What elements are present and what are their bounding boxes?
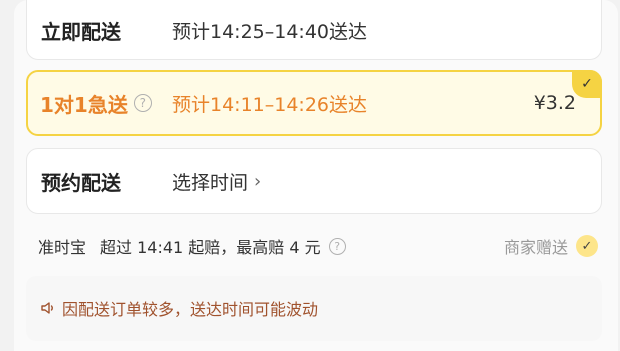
speaker-icon — [41, 302, 53, 314]
option-immediate-delivery[interactable]: 立即配送 预计14:25–14:40送达 — [26, 0, 602, 60]
option-title: 1对1急送 — [40, 92, 128, 117]
option-title: 预约配送 — [41, 170, 121, 195]
notice-row: 因配送订单较多，送达时间可能波动 — [40, 296, 318, 320]
merchant-gift: 商家赠送 ✓ — [504, 234, 598, 258]
check-circle-icon: ✓ — [576, 235, 598, 257]
guarantee-desc: 超过 14:41 起赔，最高赔 4 元 — [100, 238, 321, 257]
help-icon[interactable]: ? — [328, 237, 346, 255]
on-time-guarantee-row: 准时宝 超过 14:41 起赔，最高赔 4 元 ? 商家赠送 ✓ — [38, 232, 598, 260]
choose-time-link[interactable]: 选择时间 › — [172, 168, 261, 195]
option-title: 立即配送 — [41, 19, 121, 44]
option-eta: 预计14:11–14:26送达 — [172, 93, 368, 116]
option-express-delivery[interactable]: 1对1急送 ? 预计14:11–14:26送达 ¥3.2 ✓ — [26, 70, 602, 136]
choose-time-label: 选择时间 — [172, 171, 249, 194]
option-price: ¥3.2 — [533, 92, 576, 114]
option-title-wrap: 1对1急送 ? — [40, 89, 152, 118]
notice-text: 因配送订单较多，送达时间可能波动 — [62, 300, 319, 319]
guarantee-label: 准时宝 — [38, 238, 87, 257]
chevron-right-icon: › — [254, 170, 262, 192]
notice-banner: 因配送订单较多，送达时间可能波动 — [26, 276, 602, 341]
delivery-options-panel: 立即配送 预计14:25–14:40送达 1对1急送 ? 预计14:11–14:… — [14, 0, 618, 351]
merchant-gift-label: 商家赠送 — [503, 238, 568, 257]
option-scheduled-delivery[interactable]: 预约配送 选择时间 › — [26, 148, 602, 214]
guarantee-desc-wrap: 超过 14:41 起赔，最高赔 4 元 ? — [100, 234, 346, 258]
selected-check-icon: ✓ — [572, 70, 602, 98]
help-icon[interactable]: ? — [133, 94, 152, 112]
option-eta: 预计14:25–14:40送达 — [172, 20, 368, 43]
